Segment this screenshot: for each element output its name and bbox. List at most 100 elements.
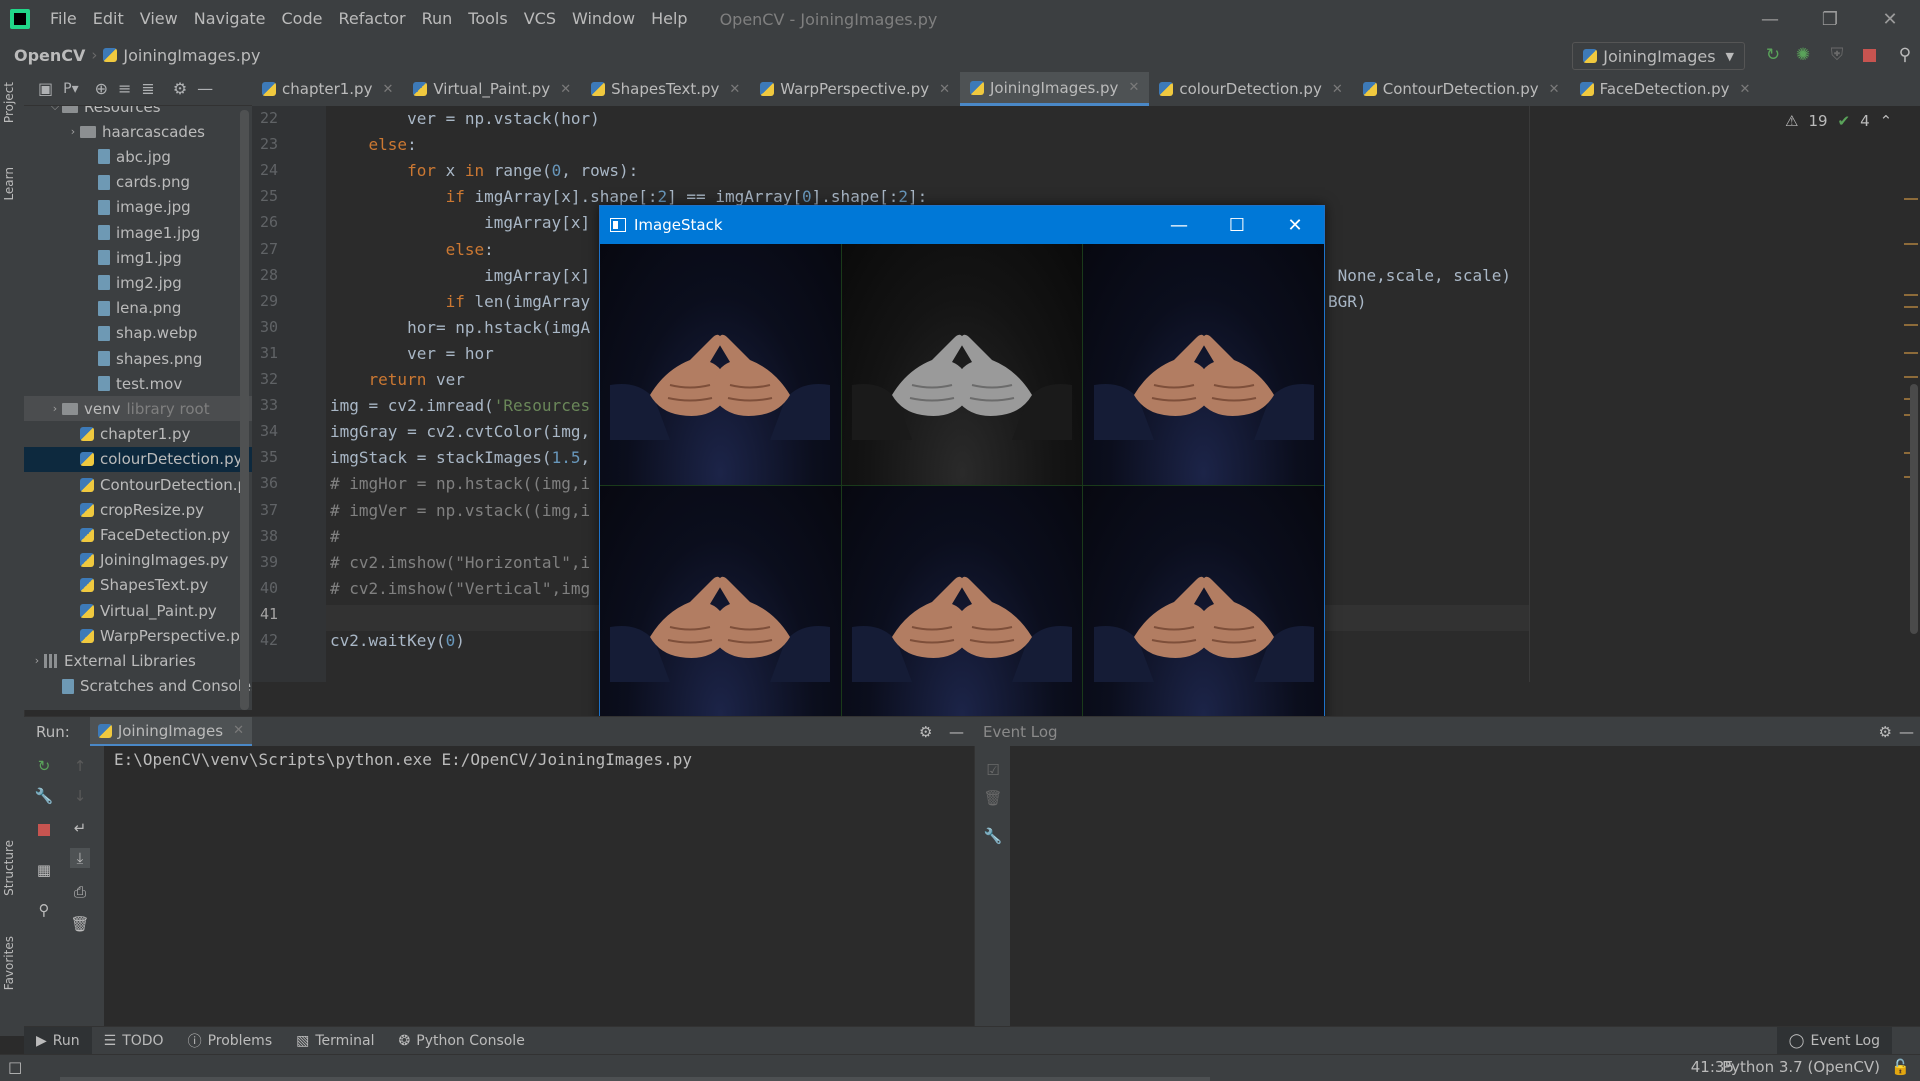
project-view-icon[interactable]: ▣ [38,79,53,98]
close-icon[interactable]: ✕ [1128,80,1139,95]
stripe-mark[interactable] [1904,376,1918,378]
tree-item[interactable]: shapes.png [24,346,252,371]
gear-icon[interactable]: ⚙ [919,723,932,741]
soft-wrap-icon[interactable]: ↵ [70,818,90,838]
close-icon[interactable]: ✕ [939,82,950,97]
structure-tool-tab[interactable]: Structure [2,840,16,896]
trash-icon[interactable]: 🗑 [983,788,1003,808]
tree-item[interactable]: test.mov [24,371,252,396]
code-line-fragment[interactable]: None,scale, scale) [1328,266,1511,285]
code-line[interactable]: else: [330,240,494,259]
bottom-tab-event-log[interactable]: ◯ Event Log [1776,1027,1892,1055]
hide-panel-icon[interactable]: — [1899,723,1914,741]
tree-item[interactable]: lena.png [24,296,252,321]
code-line[interactable]: ver = hor [330,344,494,363]
minimize-icon[interactable]: — [1150,206,1208,244]
run-console[interactable]: E:\OpenCV\venv\Scripts\python.exe E:/Ope… [104,746,974,1026]
editor-tab[interactable]: FaceDetection.py ✕ [1570,72,1761,106]
run-configuration-select[interactable]: JoiningImages ▼ [1572,42,1745,70]
code-line[interactable]: ver = np.vstack(hor) [330,109,600,128]
code-line[interactable]: imgArray[x] [330,266,590,285]
locate-icon[interactable]: ⊕ [95,79,108,98]
editor-tab[interactable]: ShapesText.py ✕ [581,72,750,106]
print-icon[interactable]: ⎙ [70,882,90,902]
menu-refactor[interactable]: Refactor [330,0,413,38]
code-line[interactable]: cv2.waitKey(0) [330,631,465,650]
bottom-tab-python-console[interactable]: ❂ Python Console [387,1027,537,1055]
tree-item[interactable]: cards.png [24,170,252,195]
expand-all-icon[interactable]: ≡ [118,79,131,98]
close-icon[interactable]: ✕ [1860,0,1920,38]
hide-panel-icon[interactable]: — [949,723,964,741]
editor-tab[interactable]: colourDetection.py ✕ [1149,72,1352,106]
chevron-right-icon[interactable]: › [30,654,44,667]
close-icon[interactable]: ✕ [1549,82,1560,97]
menu-file[interactable]: File [42,0,85,38]
tree-item[interactable]: ⌵ Resources [24,106,252,119]
stripe-mark[interactable] [1904,306,1918,308]
tree-item[interactable]: › External Libraries [24,648,252,673]
code-line[interactable]: return ver [330,370,465,389]
menu-vcs[interactable]: VCS [516,0,564,38]
gear-icon[interactable]: ⚙ [173,79,187,98]
stop-icon[interactable] [34,820,54,840]
code-line[interactable]: for x in range(0, rows): [330,161,638,180]
stripe-mark[interactable] [1904,324,1918,326]
tree-item[interactable]: colourDetection.py [24,446,252,472]
close-icon[interactable]: ✕ [233,723,244,738]
tree-item[interactable]: img2.jpg [24,270,252,295]
menu-code[interactable]: Code [274,0,331,38]
project-view-select[interactable]: P▾ [63,81,78,97]
bottom-tab-todo[interactable]: ☰ TODO [92,1027,176,1055]
previous-highlight-icon[interactable]: ⌃ [1880,112,1893,130]
close-icon[interactable]: ✕ [1332,82,1343,97]
scroll-to-end-icon[interactable]: ⤓ [70,848,90,868]
minimize-icon[interactable]: — [1740,0,1800,38]
tree-item[interactable]: cropResize.py [24,497,252,522]
chevron-down-icon[interactable]: ⌵ [48,106,62,114]
editor-scrollbar[interactable] [1910,384,1918,634]
menu-view[interactable]: View [132,0,186,38]
gear-icon[interactable]: ⚙ [1879,723,1892,741]
bottom-tab-problems[interactable]: ⓘ Problems [176,1027,285,1055]
close-icon[interactable]: ✕ [1266,206,1324,244]
imagestack-window[interactable]: ImageStack — ☐ ✕ [599,205,1325,728]
project-scrollbar[interactable] [240,110,249,710]
editor-tab[interactable]: JoiningImages.py ✕ [960,72,1150,106]
restore-icon[interactable]: ❐ [1800,0,1860,38]
mark-read-icon[interactable]: ☑ [983,760,1003,780]
menu-run[interactable]: Run [414,0,461,38]
code-line[interactable]: if len(imgArray [330,292,591,311]
arrow-down-icon[interactable]: ↓ [70,786,90,806]
lock-icon[interactable]: 🔓 [1891,1058,1910,1076]
menu-tools[interactable]: Tools [460,0,515,38]
tree-item[interactable]: FaceDetection.py [24,522,252,547]
search-icon[interactable]: ⚲ [1894,44,1916,66]
tree-item[interactable]: Virtual_Paint.py [24,598,252,623]
tree-item[interactable]: shap.webp [24,321,252,346]
stop-icon[interactable] [1858,44,1880,66]
trash-icon[interactable]: 🗑 [70,914,90,934]
code-line-fragment[interactable]: BGR) [1328,292,1367,311]
close-icon[interactable]: ✕ [1740,82,1751,97]
stripe-mark[interactable] [1904,294,1918,296]
tree-item[interactable]: img1.jpg [24,245,252,270]
stripe-mark[interactable] [1904,198,1918,200]
coverage-icon[interactable]: ⛨ [1826,44,1848,66]
layout-icon[interactable]: ▦ [34,860,54,880]
editor-tab[interactable]: WarpPerspective.py ✕ [750,72,960,106]
editor-tab[interactable]: ContourDetection.py ✕ [1353,72,1570,106]
editor-tab[interactable]: Virtual_Paint.py ✕ [403,72,581,106]
tree-item[interactable]: ShapesText.py [24,573,252,598]
tool-windows-icon[interactable]: □ [8,1058,22,1076]
code-line[interactable]: # cv2.imshow("Horizontal",i [330,553,590,572]
inspection-widget[interactable]: ⚠ 19 ✔ 4 ⌃ ⌄ [1785,112,1915,130]
code-line[interactable]: imgStack = stackImages(1.5, [330,448,590,467]
code-line[interactable]: # cv2.imshow("Vertical",img [330,579,590,598]
code-line[interactable]: img = cv2.imread('Resources [330,396,590,415]
editor-tab[interactable]: chapter1.py ✕ [252,72,403,106]
tree-item[interactable]: abc.jpg [24,144,252,169]
tree-item[interactable]: WarpPerspective.py [24,623,252,648]
maximize-icon[interactable]: ☐ [1208,206,1266,244]
code-line[interactable]: imgArray[x] [330,213,590,232]
